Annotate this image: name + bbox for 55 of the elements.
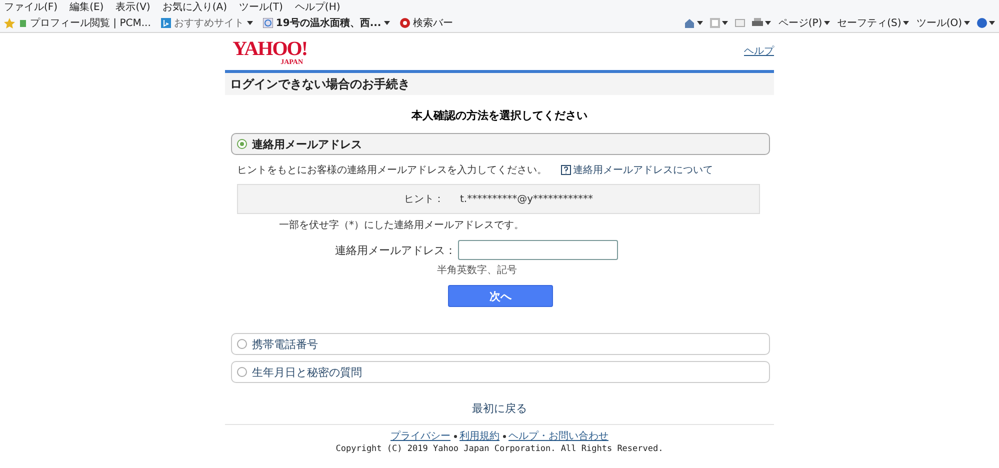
hint-value: t.**********@y************ xyxy=(460,194,594,204)
caret-icon xyxy=(384,21,390,25)
caret-icon xyxy=(824,21,830,25)
field-label: 連絡用メールアドレス： xyxy=(335,242,456,258)
help-icon[interactable] xyxy=(977,18,987,28)
menu-item[interactable]: 表示(V) xyxy=(116,0,150,14)
section-heading: 本人確認の方法を選択してください xyxy=(410,108,588,123)
radio-button[interactable] xyxy=(237,139,247,149)
browser-page-icon xyxy=(262,18,273,28)
command-menu[interactable]: ページ(P) xyxy=(778,16,830,30)
command-menu[interactable]: セーフティ(S) xyxy=(837,16,910,30)
caret-icon xyxy=(964,21,970,25)
menu-item[interactable]: ツール(T) xyxy=(239,0,283,14)
field-note: 半角英数字、記号 xyxy=(437,264,518,277)
caret-icon xyxy=(989,21,995,25)
caret-icon xyxy=(697,21,704,25)
hint-label: ヒント： xyxy=(404,193,444,206)
caret-icon xyxy=(722,21,728,25)
footer-link[interactable]: ヘルプ・お問い合わせ xyxy=(508,429,608,443)
command-menu[interactable]: ツール(O) xyxy=(916,16,970,30)
favorite-link[interactable]: 検索バー xyxy=(413,16,454,30)
printer-icon[interactable] xyxy=(752,18,764,28)
menu-item[interactable]: ヘルプ(H) xyxy=(294,0,340,14)
radio-button[interactable] xyxy=(237,367,247,377)
circle-logo-icon xyxy=(400,18,410,28)
radio-button[interactable] xyxy=(237,339,247,349)
email-field[interactable] xyxy=(458,240,618,260)
about-link[interactable]: 連絡用メールアドレスについて xyxy=(561,163,713,177)
help-link[interactable]: ヘルプ xyxy=(744,44,774,58)
home-icon[interactable] xyxy=(684,18,696,28)
page-title: ログインできない場合のお手続き xyxy=(225,70,774,95)
menu-item[interactable]: ファイル(F) xyxy=(4,0,58,14)
next-button[interactable]: 次へ xyxy=(448,285,553,307)
option-header[interactable]: 携帯電話番号 xyxy=(231,333,770,355)
caret-icon xyxy=(765,21,772,25)
copyright-text: Copyright (C) 2019 Yahoo Japan Corporation. All Rights Reserved. xyxy=(336,444,664,454)
caret-icon xyxy=(246,21,253,25)
footer-link[interactable]: プライバシー xyxy=(390,429,450,443)
favorite-link[interactable]: プロフィール閲覧 | PCM... xyxy=(30,16,151,30)
option-header[interactable]: 連絡用メールアドレス xyxy=(231,133,770,155)
mail-icon[interactable] xyxy=(735,19,746,27)
back-link[interactable]: 最初に戻る xyxy=(472,402,527,415)
menu-item[interactable]: お気に入り(A) xyxy=(162,0,227,14)
star-icon[interactable] xyxy=(4,18,15,28)
separator-dot-icon xyxy=(454,434,456,438)
favorite-link[interactable]: おすすめサイト xyxy=(174,16,244,30)
separator-dot-icon xyxy=(502,434,506,438)
footer-link[interactable]: 利用規約 xyxy=(460,429,500,443)
menu-item[interactable]: 編集(E) xyxy=(70,0,104,14)
question-icon xyxy=(561,165,571,175)
option-header[interactable]: 生年月日と秘密の質問 xyxy=(231,361,770,383)
hint-note: 一部を伏せ字（*）にした連絡用メールアドレスです。 xyxy=(279,218,525,232)
instruction-text: ヒントをもとにお客様の連絡用メールアドレスを入力してください。 xyxy=(237,164,547,177)
caret-icon xyxy=(903,21,910,25)
favorite-link[interactable]: 19号の温水面積、西... xyxy=(276,16,382,30)
